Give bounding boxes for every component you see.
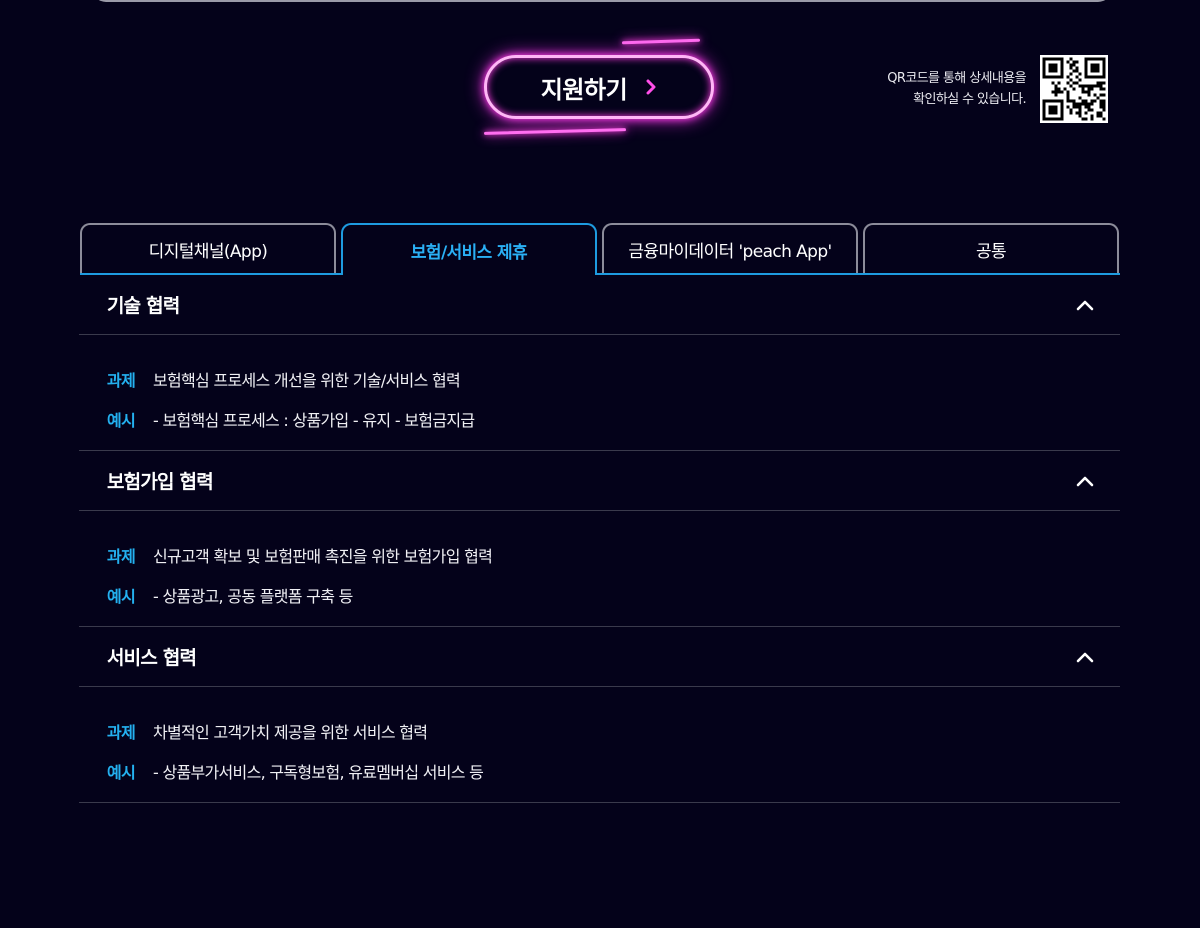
task-row: 과제 차별적인 고객가치 제공을 위한 서비스 협력: [107, 711, 1092, 751]
task-label: 과제: [107, 723, 136, 742]
example-text: - 상품부가서비스, 구독형보험, 유료멤버십 서비스 등: [153, 763, 484, 782]
chevron-right-icon: [646, 79, 656, 95]
page: 지원하기 QR코드를 통해 상세내용을 확인하실 수 있습니다. 디지털채널(A…: [0, 0, 1200, 928]
tab-common[interactable]: 공통: [863, 223, 1119, 273]
task-label: 과제: [107, 547, 136, 566]
example-label: 예시: [107, 411, 136, 430]
task-text: 보험핵심 프로세스 개선을 위한 기술/서비스 협력: [153, 371, 461, 390]
chevron-up-icon[interactable]: [1076, 651, 1094, 663]
task-row: 과제 보험핵심 프로세스 개선을 위한 기술/서비스 협력: [107, 359, 1092, 399]
task-label: 과제: [107, 371, 136, 390]
qr-text-line: QR코드를 통해 상세내용을: [887, 71, 1026, 86]
tab-bar: 디지털채널(App) 보험/서비스 제휴 금융마이데이터 'peach App'…: [80, 223, 1120, 275]
tab-digital-channel[interactable]: 디지털채널(App): [80, 223, 336, 273]
task-row: 과제 신규고객 확보 및 보험판매 촉진을 위한 보험가입 협력: [107, 535, 1092, 575]
section-title: 기술 협력: [107, 295, 180, 317]
qr-code-icon[interactable]: [1040, 55, 1108, 123]
tab-financial-mydata[interactable]: 금융마이데이터 'peach App': [602, 223, 858, 273]
example-label: 예시: [107, 587, 136, 606]
example-label: 예시: [107, 763, 136, 782]
section-body-insurance-join: 과제 신규고객 확보 및 보험판매 촉진을 위한 보험가입 협력 예시 - 상품…: [79, 511, 1120, 627]
section-title: 서비스 협력: [107, 647, 197, 669]
chevron-up-icon[interactable]: [1076, 475, 1094, 487]
section-header-insurance-join[interactable]: 보험가입 협력: [79, 451, 1120, 511]
section-body-service: 과제 차별적인 고객가치 제공을 위한 서비스 협력 예시 - 상품부가서비스,…: [79, 687, 1120, 803]
neon-accent-line: [621, 38, 701, 45]
section-body-tech: 과제 보험핵심 프로세스 개선을 위한 기술/서비스 협력 예시 - 보험핵심 …: [79, 335, 1120, 451]
tab-insurance-service[interactable]: 보험/서비스 제휴: [341, 223, 597, 275]
apply-area: 지원하기: [470, 36, 740, 146]
example-row: 예시 - 상품광고, 공동 플랫폼 구축 등: [107, 575, 1092, 615]
section-header-service[interactable]: 서비스 협력: [79, 627, 1120, 687]
task-text: 차별적인 고객가치 제공을 위한 서비스 협력: [153, 723, 428, 742]
section-title: 보험가입 협력: [107, 471, 214, 493]
example-text: - 상품광고, 공동 플랫폼 구축 등: [153, 587, 353, 606]
example-row: 예시 - 보험핵심 프로세스 : 상품가입 - 유지 - 보험금지급: [107, 399, 1092, 439]
accordion: 기술 협력 과제 보험핵심 프로세스 개선을 위한 기술/서비스 협력 예시 -…: [79, 275, 1120, 803]
qr-text-line: 확인하실 수 있습니다.: [913, 92, 1026, 107]
apply-button[interactable]: 지원하기: [484, 55, 714, 119]
example-row: 예시 - 상품부가서비스, 구독형보험, 유료멤버십 서비스 등: [107, 751, 1092, 791]
top-search-bar-edge: [92, 0, 1112, 2]
task-text: 신규고객 확보 및 보험판매 촉진을 위한 보험가입 협력: [153, 547, 493, 566]
section-header-tech[interactable]: 기술 협력: [79, 275, 1120, 335]
example-text: - 보험핵심 프로세스 : 상품가입 - 유지 - 보험금지급: [153, 411, 475, 430]
qr-description: QR코드를 통해 상세내용을 확인하실 수 있습니다.: [887, 68, 1026, 110]
apply-button-label: 지원하기: [540, 75, 628, 104]
chevron-up-icon[interactable]: [1076, 299, 1094, 311]
neon-accent-line: [483, 128, 627, 135]
